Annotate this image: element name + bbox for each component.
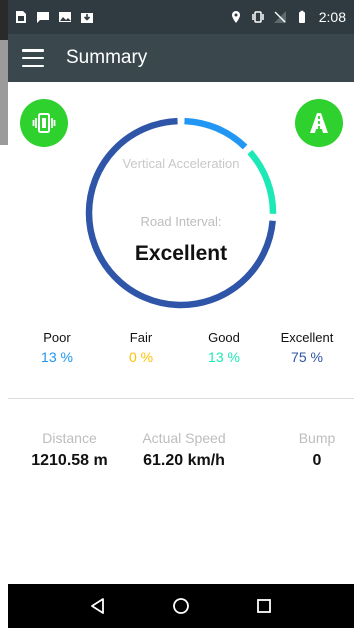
background-photo-edge [0,0,8,145]
category-percent: 0 % [128,349,154,365]
bump-label: Bump [298,430,336,446]
vertical-acceleration-label: Vertical Acceleration [122,156,240,171]
category-name: Poor [43,330,71,345]
recents-icon [257,599,272,613]
road-interval-value: Excellent [134,242,228,265]
category-percent: 75 % [291,349,323,365]
back-button[interactable] [85,593,111,619]
bump-value: 0 [312,452,322,469]
vibrate-mode-icon [251,10,265,24]
app-bar: Summary [8,34,354,82]
distance-label: Distance [42,430,97,446]
category-percent: 13 % [208,349,240,365]
road-quality-gauge [85,117,277,309]
home-button[interactable] [168,593,194,619]
category-breakdown: Poor 13 % Fair 0 % Good 13 % Excellent 7… [0,330,354,374]
road-icon [310,113,328,133]
distance-value: 1210.58 m [31,452,108,469]
page-title: Summary [66,47,148,68]
download-icon [80,10,94,24]
hamburger-menu-icon[interactable] [22,49,44,67]
road-button[interactable] [295,99,343,147]
status-bar: 2:08 [8,0,354,34]
speed-value: 61.20 km/h [143,452,225,469]
category-good: Good 13 % [184,330,264,365]
category-name: Fair [129,330,153,345]
distance-stat: Distance 1210.58 m [22,430,117,470]
image-icon [58,10,72,24]
vibration-button[interactable] [20,99,68,147]
category-fair: Fair 0 % [101,330,181,365]
speed-label: Actual Speed [142,430,226,446]
no-signal-icon [273,10,287,24]
vibration-icon [32,113,56,133]
message-icon [36,10,50,24]
category-name: Excellent [280,330,334,345]
category-percent: 13 % [41,349,73,365]
back-icon [90,598,104,614]
bump-stat: Bump 0 [282,430,352,470]
divider [8,398,354,399]
status-time: 2:08 [318,9,346,25]
category-excellent: Excellent 75 % [267,330,347,365]
navigation-bar [8,584,354,628]
category-poor: Poor 13 % [17,330,97,365]
recents-button[interactable] [251,593,277,619]
road-interval-label: Road Interval: [140,214,222,229]
home-icon [173,598,189,614]
sim-card-icon [14,10,28,24]
category-name: Good [208,330,240,345]
speed-stat: Actual Speed 61.20 km/h [132,430,236,470]
location-icon [229,10,243,24]
battery-icon [295,10,309,24]
gauge-segment-poor [184,117,248,150]
